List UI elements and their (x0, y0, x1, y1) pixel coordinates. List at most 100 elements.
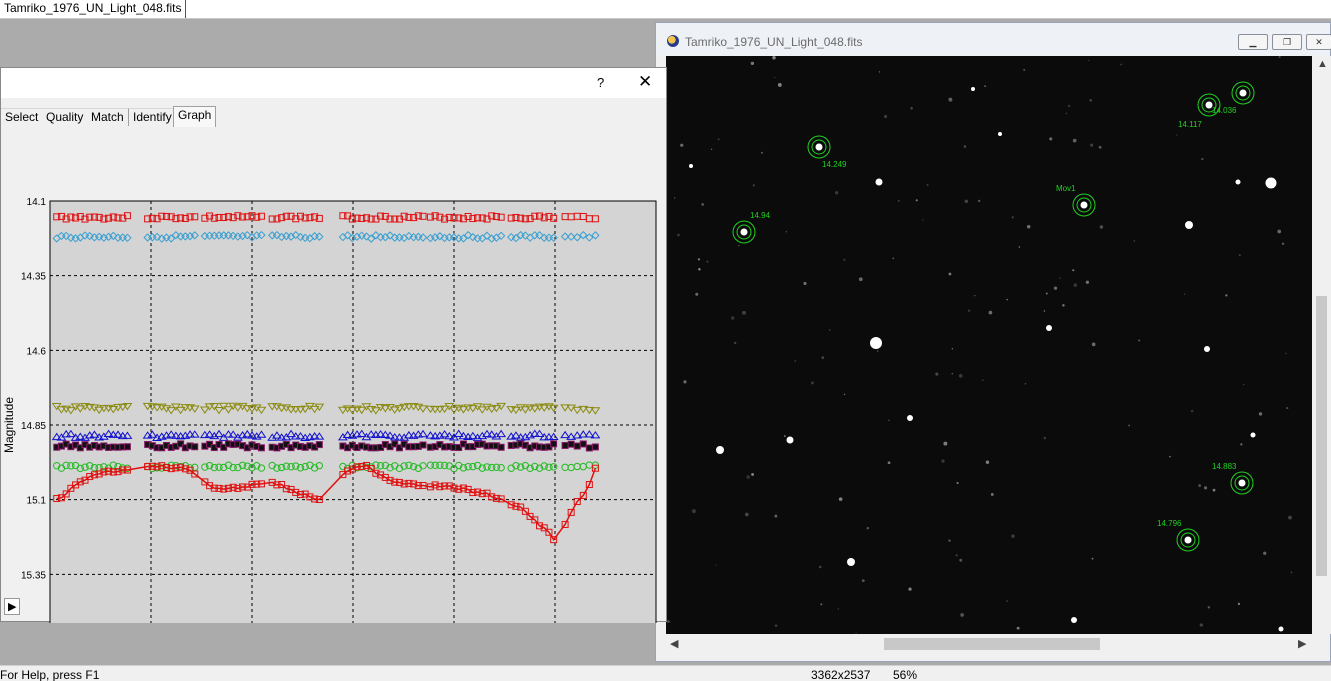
faint-star (988, 310, 993, 315)
data-point (561, 441, 569, 449)
star-magnitude-label: 14.249 (822, 160, 847, 169)
faint-star (680, 143, 684, 147)
faint-star (1281, 242, 1285, 246)
image-window-titlebar[interactable]: Tamriko_1976_UN_Light_048.fits ▁ ❐ ✕ (656, 23, 1331, 55)
status-zoom: 56% (893, 668, 918, 681)
faint-star (941, 459, 945, 463)
faint-star (695, 292, 699, 296)
image-window[interactable]: Tamriko_1976_UN_Light_048.fits ▁ ❐ ✕ 14.… (655, 22, 1331, 662)
star-magnitude-label: 14.117 (1178, 120, 1202, 129)
faint-star (1088, 59, 1090, 62)
data-point (191, 443, 199, 451)
data-point (550, 440, 558, 448)
faint-star (958, 373, 963, 378)
faint-star (751, 473, 754, 476)
vertical-scrollbar[interactable]: ▲ (1312, 56, 1331, 634)
faint-star (1237, 602, 1241, 606)
close-window-button[interactable]: ✕ (1306, 34, 1331, 50)
faint-star (1085, 280, 1090, 284)
marked-star (1184, 536, 1192, 544)
tab-graph[interactable]: Graph (173, 106, 217, 127)
faint-star (982, 379, 984, 381)
faint-star (738, 244, 740, 247)
faint-star (926, 183, 929, 187)
faint-star (978, 199, 981, 203)
marked-star (1239, 89, 1247, 97)
comparison-star-marker[interactable]: 14.796 (1157, 519, 1200, 552)
star (998, 132, 1002, 136)
horizontal-scroll-thumb[interactable] (884, 638, 1100, 650)
y-tick-label: 14.85 (21, 421, 46, 432)
comparison-star-marker[interactable]: Mov1 (1056, 184, 1096, 217)
restore-button[interactable]: ❐ (1272, 34, 1302, 50)
faint-star (1169, 455, 1171, 458)
fits-file-icon (667, 35, 679, 47)
comparison-star-marker[interactable]: 14.94 (732, 211, 771, 244)
dialog-close-button[interactable]: ✕ (638, 72, 652, 92)
star (1250, 432, 1256, 438)
faint-star (1098, 145, 1102, 149)
tab-quality[interactable]: Quality (42, 108, 89, 126)
faint-star (1183, 293, 1186, 295)
data-point (579, 440, 587, 448)
faint-star (1133, 240, 1135, 242)
faint-star (1026, 225, 1031, 229)
faint-star (1073, 283, 1078, 287)
faint-star (706, 260, 709, 263)
minimize-icon: ▁ (1249, 37, 1257, 47)
faint-star (984, 85, 987, 88)
help-button[interactable]: ? (597, 75, 604, 90)
y-tick-label: 15.1 (27, 496, 47, 507)
faint-star (963, 145, 967, 148)
light-curve-chart[interactable]: 0.92.43.95.46.98.49.914.114.3514.614.851… (1, 130, 668, 681)
data-point (497, 443, 505, 451)
faint-star (746, 475, 750, 479)
faint-star (683, 380, 687, 384)
faint-star (951, 347, 954, 350)
data-point (123, 443, 131, 451)
faint-star (710, 148, 713, 151)
star (1235, 179, 1241, 185)
faint-star (774, 624, 778, 627)
vertical-scroll-thumb[interactable] (1316, 296, 1327, 576)
data-point (573, 442, 581, 450)
scroll-right-icon[interactable]: ▶ (1298, 637, 1306, 650)
marked-star (740, 228, 748, 236)
star (907, 415, 913, 421)
faint-star (1286, 407, 1289, 410)
faint-star (888, 419, 890, 422)
tab-identify[interactable]: Identify (129, 108, 177, 126)
data-point (257, 444, 265, 452)
faint-star (1128, 424, 1131, 427)
minimize-button[interactable]: ▁ (1238, 34, 1268, 50)
faint-star (717, 138, 720, 140)
document-tab[interactable]: Tamriko_1976_UN_Light_048.fits (0, 0, 187, 18)
faint-star (990, 493, 994, 496)
star-magnitude-label: 14.796 (1157, 519, 1182, 528)
faint-star (1072, 138, 1077, 143)
faint-star (878, 71, 881, 73)
data-point (591, 443, 599, 451)
fits-image-canvas[interactable]: 14.249 14.94 Mov1 14.117 14.036 14.883 14.796 (666, 56, 1312, 634)
faint-star (803, 281, 807, 286)
faint-star (774, 514, 778, 518)
faint-star (1011, 216, 1014, 219)
faint-star (821, 356, 825, 360)
faint-star (948, 272, 952, 276)
play-button[interactable]: ▶ (4, 598, 20, 615)
horizontal-scrollbar[interactable]: ◀ ▶ (666, 634, 1312, 654)
faint-star (1120, 63, 1122, 66)
comparison-star-marker[interactable]: 14.249 (807, 135, 847, 169)
faint-star (829, 329, 831, 331)
faint-star (1201, 158, 1204, 161)
comparison-star-marker[interactable]: 14.883 (1212, 462, 1254, 495)
faint-star (1099, 225, 1104, 229)
scroll-left-icon[interactable]: ◀ (670, 637, 678, 650)
faint-star (774, 76, 776, 79)
photometry-dialog[interactable]: ? ✕ Select Quality Match Identify Graph … (0, 67, 668, 681)
scroll-up-icon[interactable]: ▲ (1317, 58, 1328, 70)
faint-star (1277, 229, 1282, 234)
tab-match[interactable]: Match (87, 108, 129, 126)
star-magnitude-label: 14.036 (1212, 106, 1237, 115)
tab-select[interactable]: Select (1, 108, 44, 126)
